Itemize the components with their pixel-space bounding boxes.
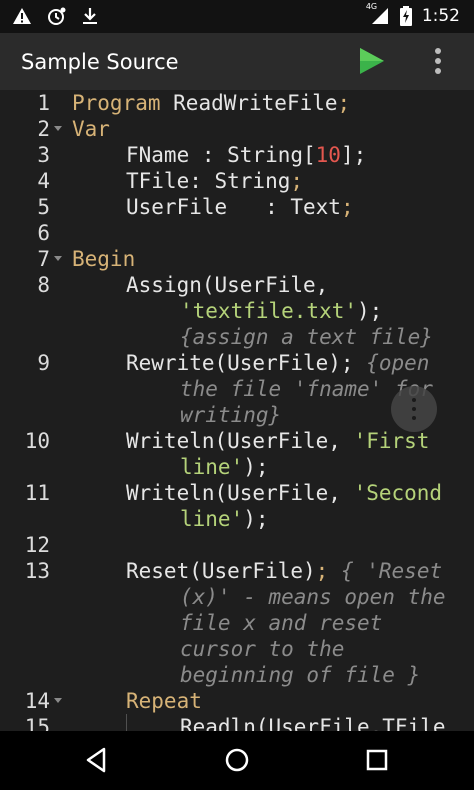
line-number: 10 <box>24 429 50 453</box>
line-number: 12 <box>24 533 50 557</box>
code-text: Writeln(UserFile, 'First <box>126 429 430 453</box>
app-bar: Sample Source <box>0 33 474 90</box>
code-comment: cursor to the <box>180 637 345 661</box>
line-number: 15 <box>24 715 50 731</box>
line-number: 7 <box>37 247 50 271</box>
code-line-wrap: file x and reset <box>0 610 474 636</box>
recents-icon <box>366 749 388 771</box>
code-line: 10 Writeln(UserFile, 'First <box>0 428 474 454</box>
back-icon <box>86 747 106 773</box>
back-button[interactable] <box>82 745 112 775</box>
handle-dot <box>412 398 416 402</box>
code-line: 1 Program ReadWriteFile; <box>0 90 474 116</box>
code-text: Readln(UserFile,TFile <box>180 715 446 731</box>
more-options-button[interactable] <box>426 44 450 78</box>
network-type: 4G <box>365 2 378 11</box>
code-text: 'textfile.txt'); <box>180 299 383 323</box>
line-number: 6 <box>37 221 50 245</box>
code-line: 9 Rewrite(UserFile); {open <box>0 350 474 376</box>
code-line-wrap: line'); <box>0 454 474 480</box>
code-text: FName : String[10]; <box>126 143 367 167</box>
code-line-wrap: beginning of file } <box>0 662 474 688</box>
code-line: 4 TFile: String; <box>0 168 474 194</box>
code-editor[interactable]: 1 Program ReadWriteFile; 2 Var 3 FName :… <box>0 90 474 731</box>
page-title: Sample Source <box>21 50 179 74</box>
code-text: line'); <box>180 455 269 479</box>
code-line-wrap: 'textfile.txt'); <box>0 298 474 324</box>
code-comment: (x)' - means open the <box>180 585 446 609</box>
code-text: Reset(UserFile); { 'Reset <box>126 559 443 583</box>
code-line: 13 Reset(UserFile); { 'Reset <box>0 558 474 584</box>
code-line: 14 Repeat <box>0 688 474 714</box>
code-text: line'); <box>180 507 269 531</box>
line-number: 13 <box>24 559 50 583</box>
alarm-icon <box>46 6 66 26</box>
line-number: 5 <box>37 195 50 219</box>
home-icon <box>225 748 249 772</box>
code-comment: beginning of file } <box>180 663 421 687</box>
code-text: TFile: String; <box>126 169 304 193</box>
handle-dot <box>412 416 416 420</box>
code-line: 3 FName : String[10]; <box>0 142 474 168</box>
home-button[interactable] <box>222 745 252 775</box>
code-line-wrap: (x)' - means open the <box>0 584 474 610</box>
code-text: Assign(UserFile, <box>126 273 329 297</box>
code-text: UserFile : Text; <box>126 195 354 219</box>
line-number: 3 <box>37 143 50 167</box>
code-comment: writing} <box>180 403 282 427</box>
handle-dot <box>412 407 416 411</box>
code-line: 15 Readln(UserFile,TFile <box>0 714 474 731</box>
code-line-wrap: cursor to the <box>0 636 474 662</box>
status-bar: 4G 1:52 <box>0 0 474 33</box>
code-text: Writeln(UserFile, 'Second <box>126 481 443 505</box>
navigation-bar <box>0 731 474 790</box>
code-comment: file x and reset <box>180 611 383 635</box>
clock: 1:52 <box>421 6 460 26</box>
fold-arrow-icon[interactable] <box>54 256 62 261</box>
line-number: 9 <box>37 351 50 375</box>
recents-button[interactable] <box>362 745 392 775</box>
battery-charging-icon <box>399 6 412 26</box>
line-number: 2 <box>37 117 50 141</box>
code-text: Var <box>72 117 110 141</box>
download-icon <box>80 6 100 26</box>
code-text: Program ReadWriteFile; <box>72 91 351 115</box>
notification-icons <box>12 6 100 26</box>
code-comment: {assign a text file} <box>180 325 433 349</box>
code-text: Rewrite(UserFile); {open <box>126 351 430 375</box>
code-line: 12 <box>0 532 474 558</box>
line-number: 8 <box>37 273 50 297</box>
code-line: 7 Begin <box>0 246 474 272</box>
line-number: 11 <box>24 481 50 505</box>
code-line: 11 Writeln(UserFile, 'Second <box>0 480 474 506</box>
fold-arrow-icon[interactable] <box>54 126 62 131</box>
scroll-handle[interactable] <box>391 386 437 432</box>
code-line-wrap: line'); <box>0 506 474 532</box>
line-number: 1 <box>37 91 50 115</box>
code-line: 5 UserFile : Text; <box>0 194 474 220</box>
signal-icon: 4G <box>366 2 390 26</box>
code-line: 8 Assign(UserFile, <box>0 272 474 298</box>
code-line: 2 Var <box>0 116 474 142</box>
system-icons: 4G 1:52 <box>366 2 460 26</box>
code-line-wrap: {assign a text file} <box>0 324 474 350</box>
warning-icon <box>12 6 32 26</box>
line-number: 14 <box>24 689 50 713</box>
run-button[interactable] <box>354 44 388 78</box>
code-text: Begin <box>72 247 136 271</box>
play-icon <box>360 48 384 74</box>
code-line: 6 <box>0 220 474 246</box>
fold-arrow-icon[interactable] <box>54 698 62 703</box>
code-text: Repeat <box>126 689 202 713</box>
indent-guide <box>126 714 127 731</box>
more-vert-icon <box>435 48 441 74</box>
line-number: 4 <box>37 169 50 193</box>
